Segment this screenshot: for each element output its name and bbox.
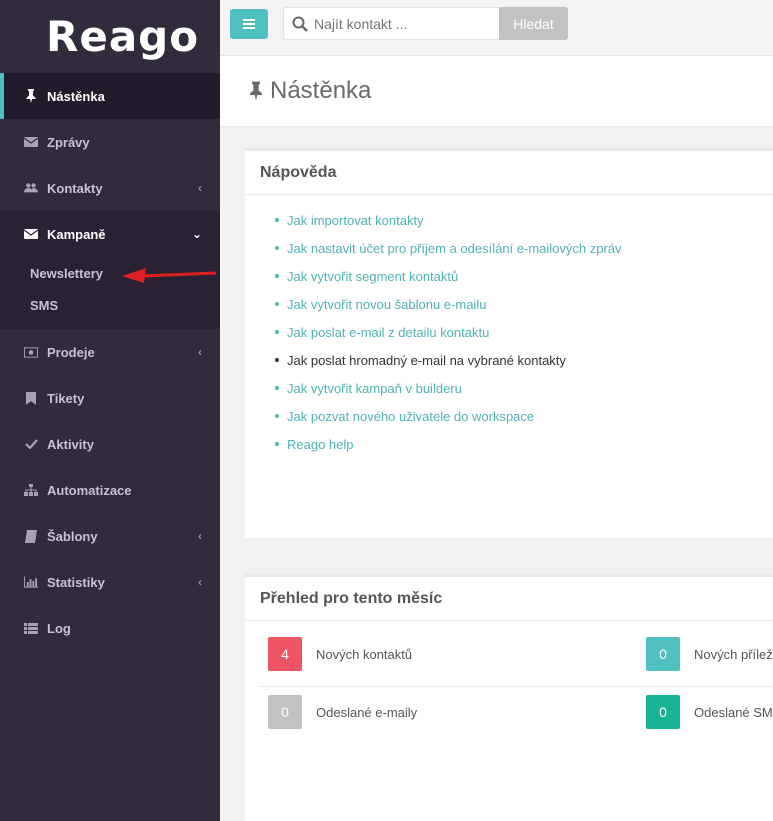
stat-label: Odeslané SM — [694, 704, 773, 720]
page-header: Nástěnka — [220, 56, 773, 127]
help-links: Jak importovat kontakty Jak nastavit úče… — [245, 195, 773, 458]
menu-toggle-button[interactable] — [230, 9, 268, 39]
month-panel-title: Přehled pro tento měsíc — [245, 577, 773, 621]
sidebar-item-log[interactable]: Log — [0, 605, 220, 651]
sidebar-item-label: Prodeje — [47, 344, 95, 360]
users-icon — [24, 181, 38, 195]
sidebar-item-label: Aktivity — [47, 436, 94, 452]
chevron-left-icon: ‹ — [198, 575, 202, 589]
list-icon — [24, 621, 38, 635]
search-button[interactable]: Hledat — [499, 7, 568, 40]
envelope-icon — [24, 135, 38, 149]
chevron-left-icon: ‹ — [198, 181, 202, 195]
bookmark-icon — [24, 391, 38, 405]
stat-label: Nových kontaktů — [316, 646, 413, 662]
help-link[interactable]: Jak pozvat nového uživatele do workspace — [275, 402, 773, 430]
subitem-label: SMS — [30, 297, 59, 313]
stat-new-contacts[interactable]: 4 Nových kontaktů — [268, 637, 412, 671]
sidebar-item-label: Kampaně — [47, 226, 106, 242]
stat-label: Odeslané e-maily — [316, 704, 418, 720]
money-icon — [24, 345, 38, 359]
stat-badge: 4 — [268, 637, 302, 671]
help-link[interactable]: Reago help — [275, 430, 773, 458]
stat-badge: 0 — [646, 695, 680, 729]
stats-row: 4 Nových kontaktů 0 Nových přílež — [245, 621, 773, 687]
sidebar: Reago Nástěnka Zprávy Kontakty ‹ Kampaně… — [0, 0, 220, 821]
annotation-arrow — [122, 268, 217, 283]
stat-badge: 0 — [268, 695, 302, 729]
pin-icon — [24, 89, 38, 103]
chevron-left-icon: ‹ — [198, 529, 202, 543]
sidebar-item-zpravy[interactable]: Zprávy — [0, 119, 220, 165]
pin-icon — [250, 81, 262, 101]
chevron-left-icon: ‹ — [198, 345, 202, 359]
help-link[interactable]: Jak vytvořit kampaň v builderu — [275, 374, 773, 402]
sidebar-item-kampane[interactable]: Kampaně ⌄ — [0, 211, 220, 257]
stat-sent-sms[interactable]: 0 Odeslané SM — [646, 695, 773, 729]
search-box — [283, 7, 500, 40]
sidebar-item-label: Log — [47, 620, 71, 636]
help-link[interactable]: Jak poslat hromadný e-mail na vybrané ko… — [275, 346, 773, 374]
month-overview-panel: Přehled pro tento měsíc 4 Nových kontakt… — [245, 574, 773, 821]
sidebar-item-label: Tikety — [47, 390, 85, 406]
sitemap-icon — [24, 483, 38, 497]
help-link[interactable]: Jak nastavit účet pro příjem a odesílání… — [275, 234, 773, 262]
subitem-label: Newslettery — [30, 265, 103, 281]
logo-text: Reago — [46, 11, 200, 61]
hamburger-icon — [243, 19, 255, 29]
sidebar-item-statistiky[interactable]: Statistiky ‹ — [0, 559, 220, 605]
sidebar-item-label: Statistiky — [47, 574, 105, 590]
sidebar-item-tikety[interactable]: Tikety — [0, 375, 220, 421]
search-input[interactable] — [314, 15, 494, 32]
sidebar-subitem-sms[interactable]: SMS — [0, 289, 220, 321]
sidebar-item-prodeje[interactable]: Prodeje ‹ — [0, 329, 220, 375]
page-title: Nástěnka — [270, 77, 372, 104]
sidebar-item-label: Automatizace — [47, 482, 132, 498]
check-icon — [24, 437, 38, 451]
sidebar-item-label: Šablony — [47, 528, 98, 544]
sidebar-item-label: Nástěnka — [47, 88, 105, 104]
chevron-down-icon: ⌄ — [191, 227, 202, 241]
stat-new-opportunities[interactable]: 0 Nových přílež — [646, 637, 773, 671]
stat-label: Nových přílež — [694, 646, 773, 662]
sidebar-item-kontakty[interactable]: Kontakty ‹ — [0, 165, 220, 211]
help-link[interactable]: Jak importovat kontakty — [275, 206, 773, 234]
help-panel-title: Nápověda — [245, 151, 773, 195]
envelope-icon — [24, 227, 38, 241]
sidebar-item-automatizace[interactable]: Automatizace — [0, 467, 220, 513]
topbar: Hledat — [220, 0, 773, 56]
book-icon — [24, 529, 38, 543]
reago-logo[interactable]: Reago — [0, 0, 220, 72]
help-link[interactable]: Jak vytvořit novou šablonu e-mailu — [275, 290, 773, 318]
sidebar-item-nastenka[interactable]: Nástěnka — [0, 73, 220, 119]
stats-row: 0 Odeslané e-maily 0 Odeslané SM — [245, 687, 773, 737]
sidebar-item-aktivity[interactable]: Aktivity — [0, 421, 220, 467]
bar-chart-icon — [24, 575, 38, 589]
help-panel: Nápověda Jak importovat kontakty Jak nas… — [245, 148, 773, 538]
sidebar-item-label: Kontakty — [47, 180, 103, 196]
stat-badge: 0 — [646, 637, 680, 671]
help-link[interactable]: Jak poslat e-mail z detailu kontaktu — [275, 318, 773, 346]
sidebar-item-sablony[interactable]: Šablony ‹ — [0, 513, 220, 559]
sidebar-item-label: Zprávy — [47, 134, 90, 150]
stat-sent-emails[interactable]: 0 Odeslané e-maily — [268, 695, 417, 729]
search-icon — [292, 16, 308, 32]
help-link[interactable]: Jak vytvořit segment kontaktů — [275, 262, 773, 290]
